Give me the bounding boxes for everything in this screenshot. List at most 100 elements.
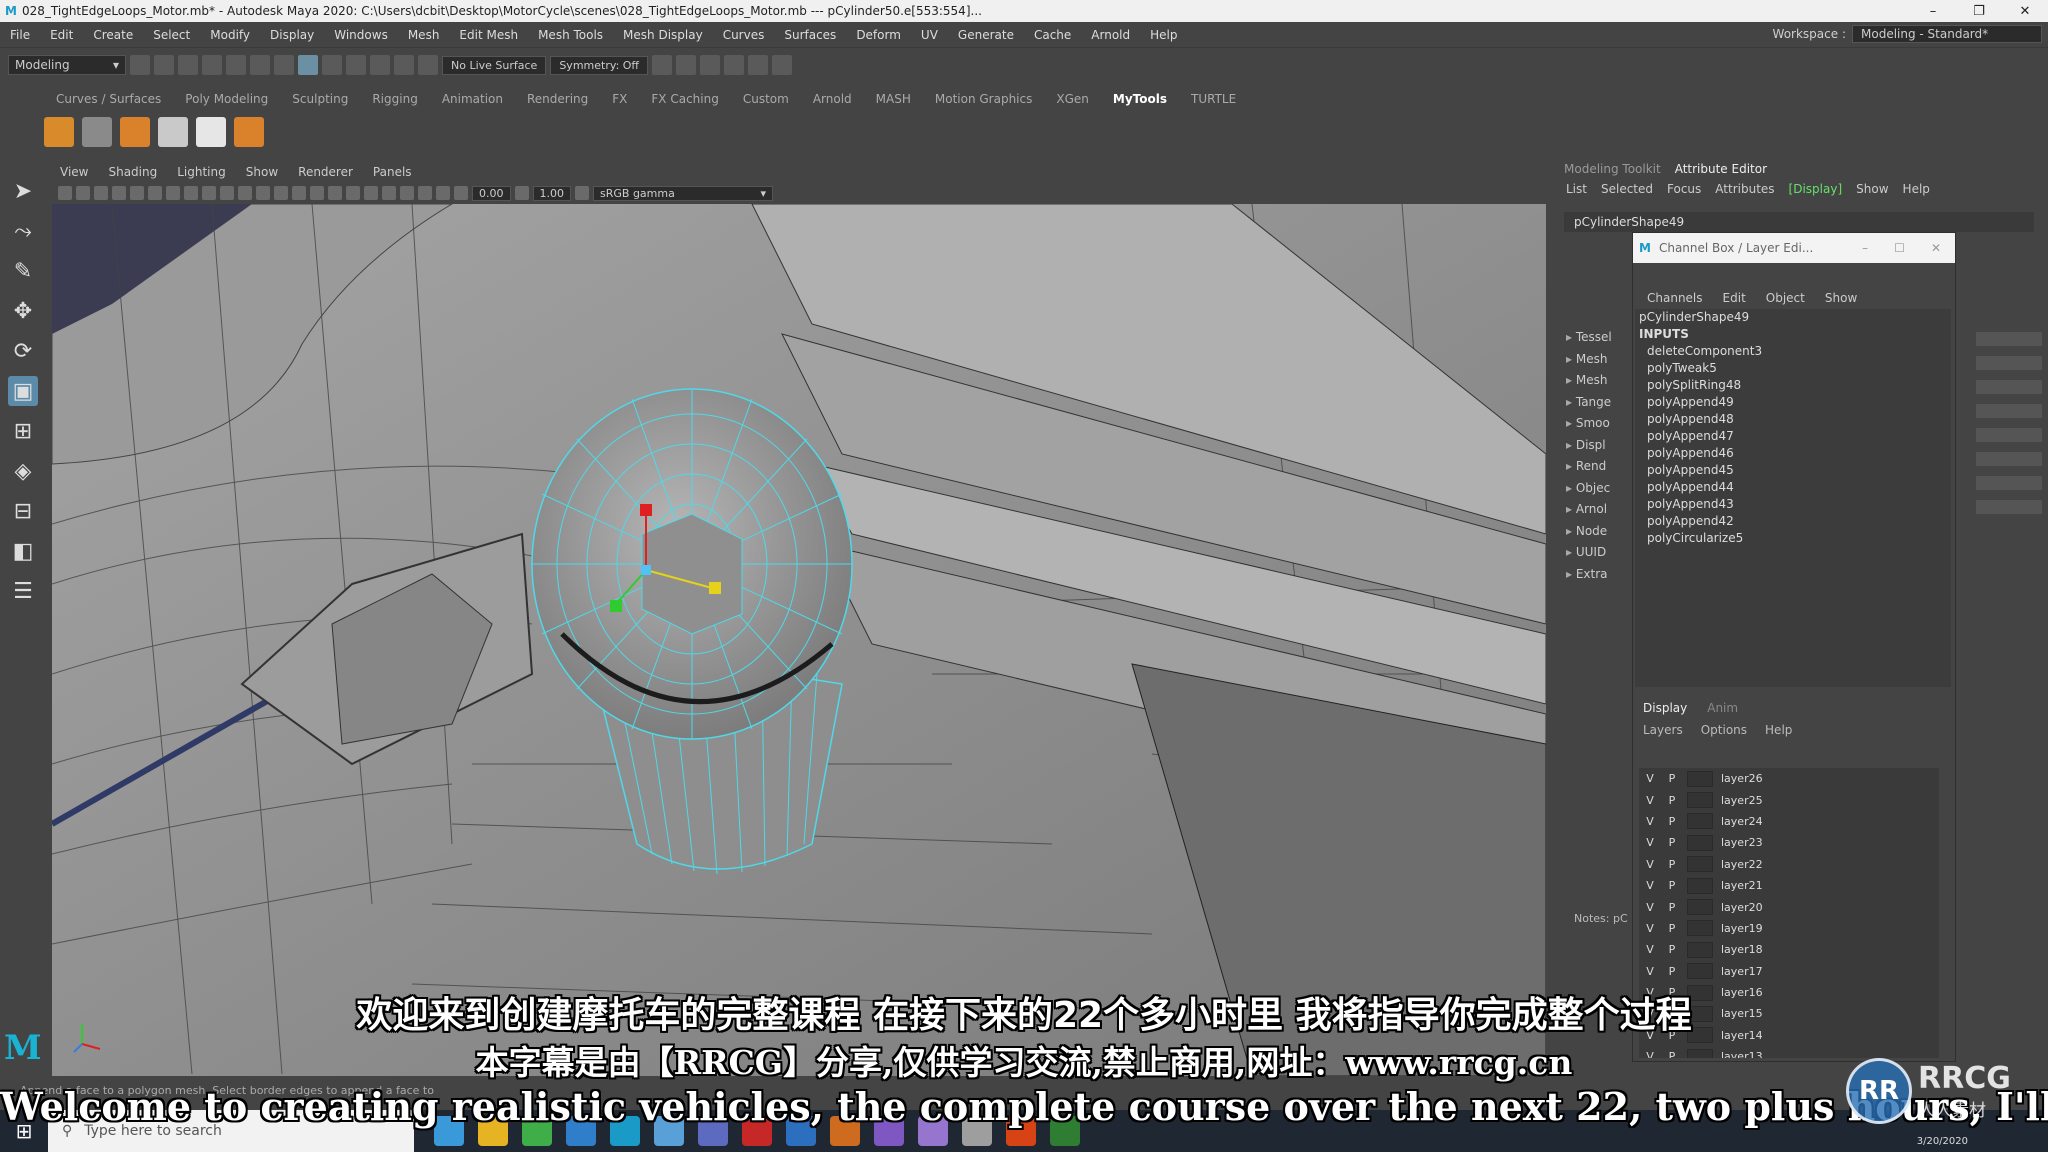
menu-windows[interactable]: Windows [324,28,398,42]
panel-menu-lighting[interactable]: Lighting [169,165,234,179]
ae-menu-attributes[interactable]: Attributes [1715,182,1774,196]
new-scene-icon[interactable] [130,55,150,75]
layer-row[interactable]: V Player21 [1639,875,1939,896]
shelf-tool-3-icon[interactable] [120,117,150,147]
cb-input-item[interactable]: polyAppend49 [1635,394,1951,411]
shelf-tool-5-icon[interactable] [196,117,226,147]
taskbar-app-icon[interactable] [610,1116,640,1146]
manipulator-z-handle[interactable] [709,582,721,594]
layer-playback-toggle[interactable]: P [1661,943,1683,956]
menu-deform[interactable]: Deform [846,28,911,42]
open-scene-icon[interactable] [154,55,174,75]
layer-color-swatch[interactable] [1687,920,1713,937]
shelf-tool-4-icon[interactable] [158,117,188,147]
symmetry-dropdown[interactable]: Symmetry: Off [550,55,649,75]
taskbar-app-icon[interactable] [566,1116,596,1146]
shelf-tab-sculpting[interactable]: Sculpting [280,92,360,106]
layer-playback-toggle[interactable]: P [1661,965,1683,978]
taskbar-app-icon[interactable] [830,1116,860,1146]
shelf-tab-arnold[interactable]: Arnold [801,92,864,106]
shelf-tab-turtle[interactable]: TURTLE [1179,92,1248,106]
color-space-dropdown[interactable]: sRGB gamma ▾ [593,185,773,201]
layer-color-swatch[interactable] [1687,813,1713,830]
close-button[interactable]: ✕ [1931,241,1941,255]
field-chart-icon[interactable] [202,186,216,200]
ae-section[interactable]: Objec [1566,481,1620,503]
taskbar-app-icon[interactable] [1050,1116,1080,1146]
taskbar-app-icon[interactable] [962,1116,992,1146]
hypershade-icon[interactable] [748,55,769,75]
menu-surfaces[interactable]: Surfaces [774,28,846,42]
shelf-tab-mytools[interactable]: MyTools [1101,92,1179,106]
system-clock[interactable]: 3/20/2020 [1917,1136,1968,1147]
layer-visibility-toggle[interactable]: V [1639,879,1661,892]
ae-menu-focus[interactable]: Focus [1667,182,1701,196]
ae-field[interactable] [1976,500,2042,514]
cb-input-item[interactable]: polyAppend48 [1635,411,1951,428]
windows-start-icon[interactable]: ⊞ [0,1110,48,1152]
color-management-icon[interactable] [575,186,589,200]
layer-row[interactable]: V Player22 [1639,854,1939,875]
snap-view-icon[interactable] [394,55,414,75]
select-hierarchy-icon[interactable] [250,55,270,75]
rotate-tool-icon[interactable]: ⟳ [8,336,38,366]
save-scene-icon[interactable] [178,55,198,75]
four-view-layout-icon[interactable]: ◈ [8,456,38,486]
layer-playback-toggle[interactable]: P [1661,901,1683,914]
ae-field[interactable] [1976,380,2042,394]
film-gate-icon[interactable] [148,186,162,200]
textured-icon[interactable] [292,186,306,200]
layer-color-swatch[interactable] [1687,963,1713,980]
minimize-button[interactable]: – [1910,4,1956,19]
cb-menu-show[interactable]: Show [1825,291,1857,305]
manipulator-x-handle[interactable] [640,504,652,516]
layer-row[interactable]: V Player25 [1639,789,1939,810]
layer-playback-toggle[interactable]: P [1661,1050,1683,1058]
list-layout-icon[interactable]: ☰ [8,576,38,606]
maximize-button[interactable]: ☐ [1894,241,1905,255]
panel-menu-shading[interactable]: Shading [100,165,165,179]
tab-modeling-toolkit[interactable]: Modeling Toolkit [1564,162,1661,176]
motion-blur-icon[interactable] [364,186,378,200]
panel-menu-panels[interactable]: Panels [365,165,420,179]
render-settings-icon[interactable] [724,55,745,75]
layer-playback-toggle[interactable]: P [1661,986,1683,999]
isolate-select-icon[interactable] [400,186,414,200]
layer-row[interactable]: V Player19 [1639,918,1939,939]
layer-color-swatch[interactable] [1687,941,1713,958]
layer-menu-options[interactable]: Options [1701,723,1747,737]
layer-visibility-toggle[interactable]: V [1639,965,1661,978]
ae-section[interactable]: Smoo [1566,416,1620,438]
cb-node-name[interactable]: pCylinderShape49 [1635,309,1951,326]
cb-input-item[interactable]: polyAppend47 [1635,428,1951,445]
menu-uv[interactable]: UV [911,28,948,42]
cb-input-item[interactable]: deleteComponent3 [1635,343,1951,360]
tab-anim-layers[interactable]: Anim [1707,701,1738,715]
undo-icon[interactable] [202,55,222,75]
layer-visibility-toggle[interactable]: V [1639,815,1661,828]
layer-color-swatch[interactable] [1687,834,1713,851]
grid-toggle-icon[interactable] [130,186,144,200]
panel-menu-renderer[interactable]: Renderer [290,165,361,179]
cb-input-item[interactable]: polyAppend44 [1635,479,1951,496]
manipulator-y-handle[interactable] [610,600,622,612]
layer-color-swatch[interactable] [1687,984,1713,1001]
select-tool-icon[interactable]: ➤ [8,176,38,206]
ae-field[interactable] [1976,476,2042,490]
layer-color-swatch[interactable] [1687,856,1713,873]
cb-input-item[interactable]: polyCircularize5 [1635,530,1951,547]
panel-menu-view[interactable]: View [52,165,96,179]
lasso-tool-icon[interactable]: ⤳ [8,216,38,246]
tab-display-layers[interactable]: Display [1643,701,1687,715]
taskbar-app-icon[interactable] [786,1116,816,1146]
smooth-shade-icon[interactable] [256,186,270,200]
ae-section[interactable]: Tessel [1566,330,1620,352]
layer-playback-toggle[interactable]: P [1661,794,1683,807]
menu-modify[interactable]: Modify [200,28,260,42]
layer-color-swatch[interactable] [1687,792,1713,809]
layer-visibility-toggle[interactable]: V [1639,858,1661,871]
shelf-tab-poly-modeling[interactable]: Poly Modeling [173,92,280,106]
layer-color-swatch[interactable] [1687,1048,1713,1058]
taskbar-app-icon[interactable] [654,1116,684,1146]
layer-visibility-toggle[interactable]: V [1639,794,1661,807]
